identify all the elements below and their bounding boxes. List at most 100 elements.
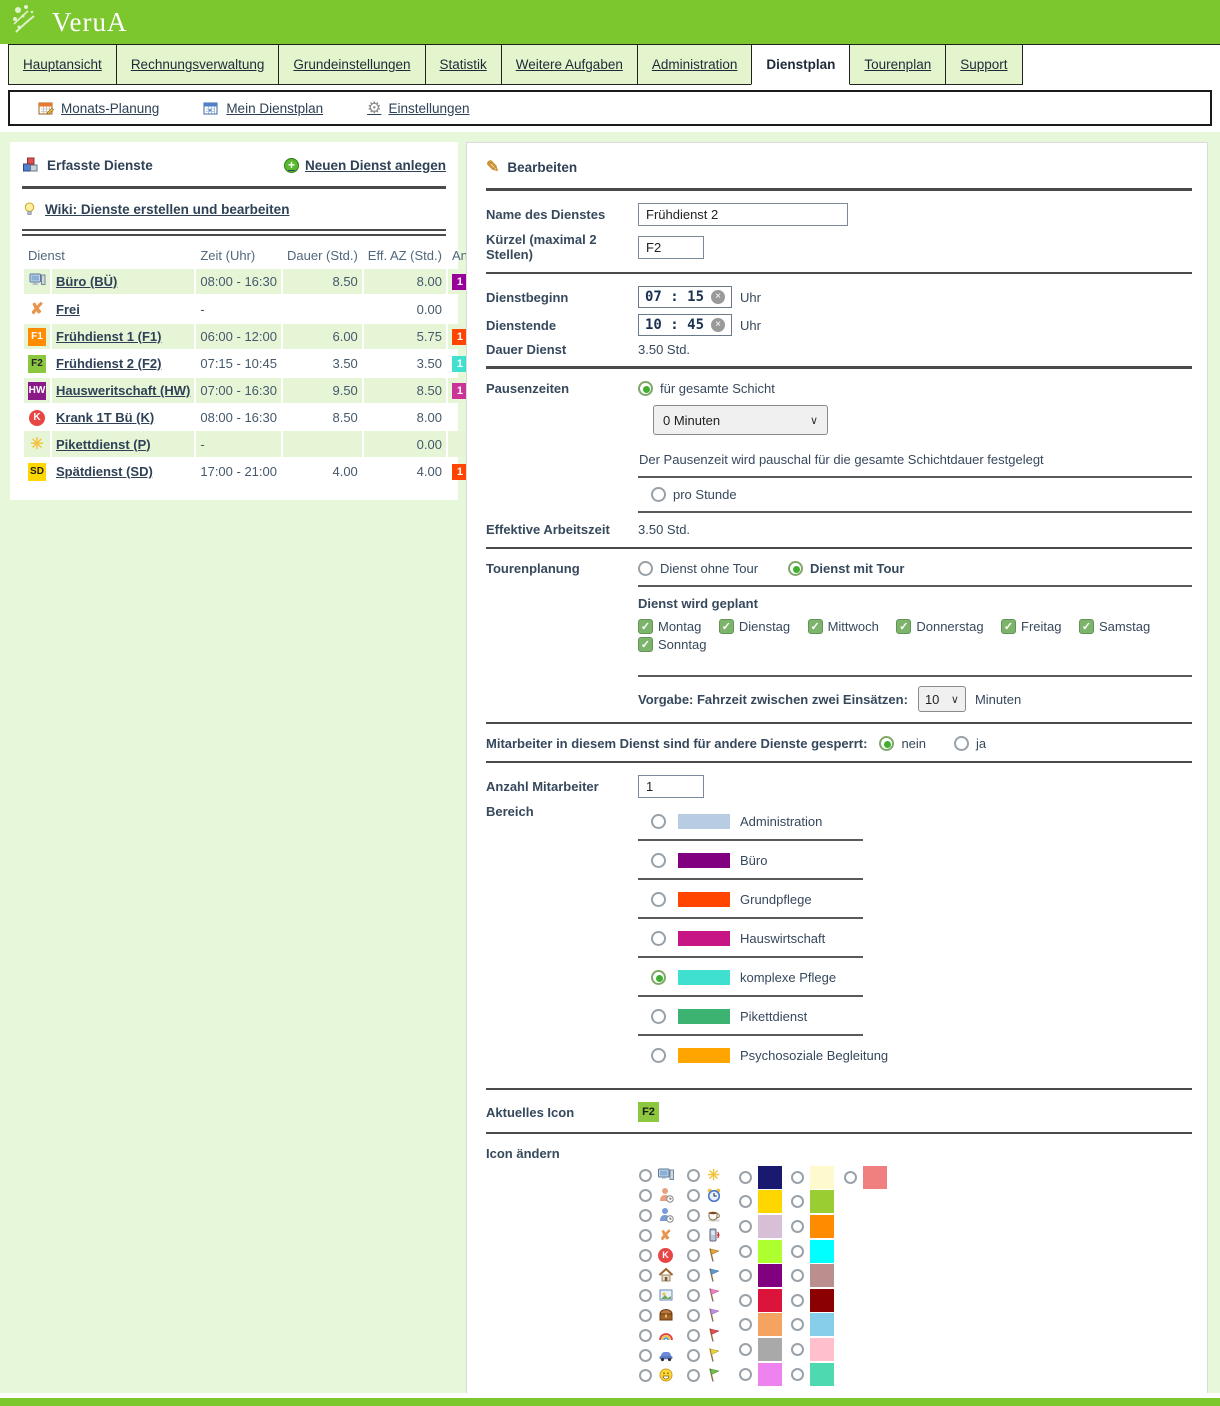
icon-option-worker-orange[interactable]: [639, 1185, 687, 1205]
kuerzel-input[interactable]: [638, 236, 704, 259]
day-checkbox-dienstag[interactable]: ✓Dienstag: [719, 619, 790, 634]
clear-time-icon[interactable]: ×: [711, 318, 725, 332]
clear-time-icon[interactable]: ×: [711, 290, 725, 304]
icon-option-krank[interactable]: K: [639, 1245, 687, 1265]
color-option[interactable]: [739, 1263, 791, 1288]
new-service-link[interactable]: + Neuen Dienst anlegen: [284, 158, 446, 173]
icon-option-picture[interactable]: [639, 1285, 687, 1305]
tab-support[interactable]: Support: [945, 44, 1022, 85]
day-checkbox-mittwoch[interactable]: ✓Mittwoch: [808, 619, 879, 634]
radio-pro-stunde[interactable]: [651, 487, 666, 502]
pause-duration-select[interactable]: 0 Minuten ∨: [653, 405, 828, 435]
service-link[interactable]: Spätdienst (SD): [56, 464, 153, 479]
subnav-einstellungen[interactable]: ⚙ Einstellungen: [367, 98, 469, 118]
color-option[interactable]: [791, 1263, 844, 1288]
color-option[interactable]: [791, 1239, 844, 1264]
checkbox-checked-icon: ✓: [638, 637, 653, 652]
dienstbeginn-input[interactable]: 07 : 15 ×: [638, 286, 732, 308]
subnav-mein-dienstplan[interactable]: Mein Dienstplan: [203, 100, 323, 116]
icon-option-chest[interactable]: [639, 1305, 687, 1325]
bereich-option-buero[interactable]: Büro: [651, 849, 1192, 871]
color-option[interactable]: [739, 1337, 791, 1362]
fahrzeit-select[interactable]: 10 ∨: [918, 686, 966, 712]
tab-hauptansicht[interactable]: Hauptansicht: [8, 44, 117, 85]
color-option[interactable]: [739, 1362, 791, 1387]
tab-dienstplan[interactable]: Dienstplan: [751, 44, 850, 85]
tab-tourenplan[interactable]: Tourenplan: [849, 44, 946, 85]
icon-option-flag-pink[interactable]: [687, 1285, 739, 1305]
color-option[interactable]: [844, 1165, 892, 1190]
x-icon: ✘: [657, 1227, 674, 1244]
color-option[interactable]: [791, 1313, 844, 1338]
color-option[interactable]: [791, 1214, 844, 1239]
icon-option-phone[interactable]: [687, 1225, 739, 1245]
bereich-option-grundpflege[interactable]: Grundpflege: [651, 888, 1192, 910]
color-option[interactable]: [739, 1239, 791, 1264]
icon-option-flag-yellow[interactable]: [687, 1345, 739, 1365]
radio-gesperrt-nein[interactable]: [879, 736, 894, 751]
tab-administration[interactable]: Administration: [637, 44, 753, 85]
color-option[interactable]: [791, 1288, 844, 1313]
icon-option-car[interactable]: [639, 1345, 687, 1365]
subnav-monats-planung[interactable]: Monats-Planung: [38, 100, 159, 116]
bereich-option-hauswirtschaft[interactable]: Hauswirtschaft: [651, 927, 1192, 949]
color-option[interactable]: [739, 1288, 791, 1313]
service-link[interactable]: Krank 1T Bü (K): [56, 410, 154, 425]
day-checkbox-donnerstag[interactable]: ✓Donnerstag: [896, 619, 983, 634]
service-name-input[interactable]: [638, 203, 848, 226]
icon-option-rainbow[interactable]: [639, 1325, 687, 1345]
icon-option-flag-violet[interactable]: [687, 1305, 739, 1325]
radio-dienst-mit-tour[interactable]: [788, 561, 803, 576]
radio-gesperrt-ja[interactable]: [954, 736, 969, 751]
divider: [22, 229, 446, 236]
tab-grundeinstellungen[interactable]: Grundeinstellungen: [278, 44, 425, 85]
tab-weitere-aufgaben[interactable]: Weitere Aufgaben: [501, 44, 638, 85]
bereich-option-komplexe-pflege[interactable]: komplexe Pflege: [651, 966, 1192, 988]
tab-rechnungsverwaltung[interactable]: Rechnungsverwaltung: [116, 44, 280, 85]
color-option[interactable]: [739, 1190, 791, 1215]
icon-option-house[interactable]: [639, 1265, 687, 1285]
day-checkbox-freitag[interactable]: ✓Freitag: [1001, 619, 1061, 634]
bereich-option-psychosoziale-begleitung[interactable]: Psychosoziale Begleitung: [651, 1044, 1192, 1066]
divider: [486, 1132, 1192, 1134]
service-link[interactable]: Pikettdienst (P): [56, 437, 151, 452]
wiki-link[interactable]: Wiki: Dienste erstellen und bearbeiten: [22, 197, 446, 221]
logo-flourish-icon: [10, 2, 50, 42]
service-link[interactable]: Frühdienst 2 (F2): [56, 356, 161, 371]
radio-dienst-ohne-tour[interactable]: [638, 561, 653, 576]
radio-gesamte-schicht[interactable]: [638, 381, 653, 396]
bereich-option-pikettdienst[interactable]: Pikettdienst: [651, 1005, 1192, 1027]
icon-option-smiley[interactable]: [639, 1365, 687, 1385]
bereich-color-swatch: [678, 853, 730, 868]
service-link[interactable]: Frei: [56, 302, 80, 317]
icon-option-alarm-clock[interactable]: [687, 1185, 739, 1205]
icon-option-flag-orange[interactable]: [687, 1245, 739, 1265]
icon-option-flag-blue[interactable]: [687, 1265, 739, 1285]
color-option[interactable]: [791, 1165, 844, 1190]
color-option[interactable]: [739, 1214, 791, 1239]
color-option[interactable]: [739, 1313, 791, 1338]
icon-option-asterisk[interactable]: ✳: [687, 1165, 739, 1185]
day-checkbox-sonntag[interactable]: ✓Sonntag: [638, 637, 706, 652]
bereich-option-administration[interactable]: Administration: [651, 810, 1192, 832]
color-option[interactable]: [739, 1165, 791, 1190]
icon-option-computer[interactable]: [639, 1165, 687, 1185]
color-option[interactable]: [791, 1190, 844, 1215]
service-link[interactable]: Frühdienst 1 (F1): [56, 329, 161, 344]
icon-option-coffee[interactable]: [687, 1205, 739, 1225]
color-swatch: [758, 1264, 782, 1287]
service-link[interactable]: Büro (BÜ): [56, 274, 117, 289]
day-checkbox-samstag[interactable]: ✓Samstag: [1079, 619, 1150, 634]
color-option[interactable]: [791, 1337, 844, 1362]
icon-option-worker-blue[interactable]: [639, 1205, 687, 1225]
color-option[interactable]: [791, 1362, 844, 1387]
pausenzeiten-label: Pausenzeiten: [486, 381, 638, 396]
tab-statistik[interactable]: Statistik: [425, 44, 502, 85]
icon-option-x[interactable]: ✘: [639, 1225, 687, 1245]
service-link[interactable]: Hausweritschaft (HW): [56, 383, 190, 398]
day-checkbox-montag[interactable]: ✓Montag: [638, 619, 701, 634]
anzahl-input[interactable]: [638, 775, 704, 798]
icon-option-flag-red[interactable]: [687, 1325, 739, 1345]
dienstende-input[interactable]: 10 : 45 ×: [638, 314, 732, 336]
icon-option-flag-green[interactable]: [687, 1365, 739, 1385]
